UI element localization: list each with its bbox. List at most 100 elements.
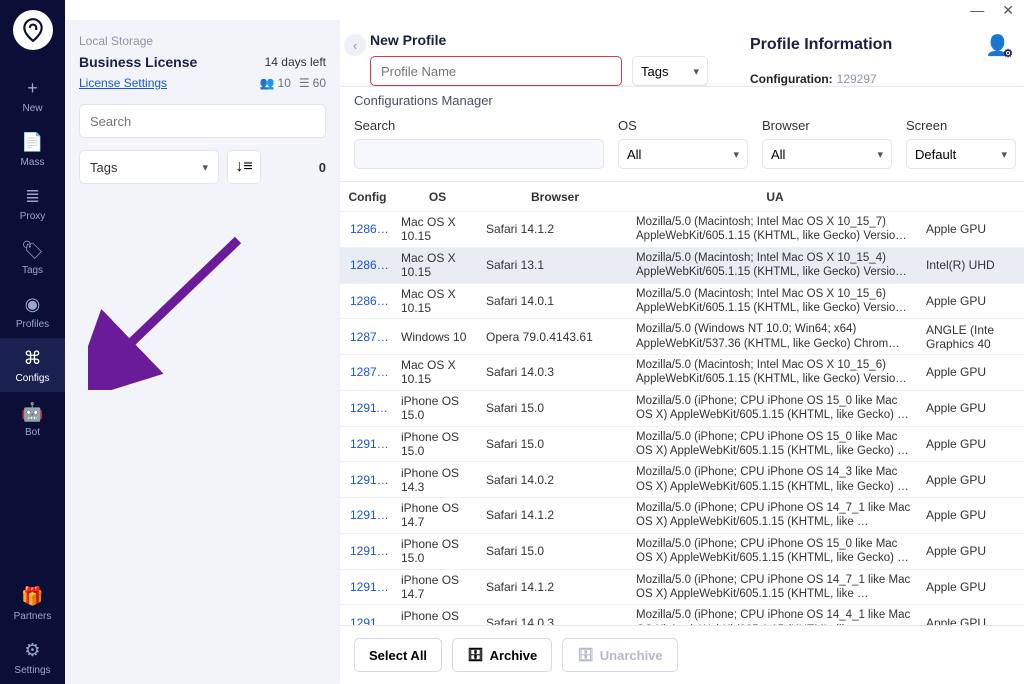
- cell-os: Windows 10: [395, 330, 480, 344]
- profile-name-input[interactable]: [370, 56, 622, 86]
- sidebar-item-mass[interactable]: 📄Mass: [0, 122, 65, 176]
- unarchive-button[interactable]: 🗄Unarchive: [562, 638, 677, 672]
- config-id[interactable]: 129136: [340, 508, 395, 522]
- bot-icon: 🤖: [21, 402, 43, 423]
- chevron-down-icon: ▾: [202, 161, 208, 174]
- filter-os-label: OS: [618, 118, 748, 133]
- sidebar-item-configs[interactable]: ⌘Configs: [0, 338, 65, 392]
- sidebar-item-label: Tags: [22, 265, 43, 276]
- table-row[interactable]: 1286…Mac OS X 10.15Safari 14.0.1Mozilla/…: [340, 284, 1024, 320]
- config-id[interactable]: 129138: [340, 544, 395, 558]
- sidebar-item-label: Configs: [16, 373, 50, 384]
- new-icon: +: [27, 78, 38, 99]
- left-panel: Local Storage Business License 14 days l…: [65, 20, 340, 684]
- unarchive-icon: 🗄: [577, 647, 594, 663]
- table-header: Config OS Browser UA: [340, 182, 1024, 212]
- cell-os: iPhone OS 14.4: [395, 609, 480, 625]
- back-button[interactable]: ‹: [344, 34, 366, 56]
- config-id[interactable]: 128665: [340, 222, 395, 236]
- sidebar-item-partners[interactable]: 🎁Partners: [0, 576, 65, 630]
- close-button[interactable]: ✕: [1002, 2, 1014, 19]
- proxy-icon: ≣: [25, 186, 40, 207]
- cell-browser: Safari 13.1: [480, 258, 630, 272]
- table-row[interactable]: 1287…Windows 10Opera 79.0.4143.61Mozilla…: [340, 319, 1024, 355]
- table-row[interactable]: 129125iPhone OS 15.0Safari 15.0Mozilla/5…: [340, 427, 1024, 463]
- sidebar-item-bot[interactable]: 🤖 Bot: [0, 392, 65, 446]
- sidebar: +New📄Mass≣Proxy 🏷 Tags ◉ Profiles ⌘Configs 🤖 Bo…: [0, 0, 65, 684]
- config-id[interactable]: 1291…: [340, 473, 395, 487]
- cell-ua: Mozilla/5.0 (Macintosh; Intel Mac OS X 1…: [630, 251, 920, 280]
- profile-tags-select[interactable]: Tags▾: [632, 56, 708, 86]
- cell-ua: Mozilla/5.0 (iPhone; CPU iPhone OS 14_4_…: [630, 608, 920, 625]
- cell-ua: Mozilla/5.0 (iPhone; CPU iPhone OS 14_3 …: [630, 465, 920, 494]
- config-id[interactable]: 1286…: [340, 258, 395, 272]
- cell-ua: Mozilla/5.0 (iPhone; CPU iPhone OS 14_7_…: [630, 573, 920, 602]
- settings-icon: ⚙: [24, 640, 40, 661]
- table-row[interactable]: 128749Mac OS X 10.15Safari 14.0.3Mozilla…: [340, 355, 1024, 391]
- sidebar-item-new[interactable]: +New: [0, 68, 65, 122]
- partners-icon: 🎁: [21, 586, 43, 607]
- cell-ua: Mozilla/5.0 (Macintosh; Intel Mac OS X 1…: [630, 215, 920, 244]
- new-profile-title: New Profile: [370, 32, 730, 48]
- col-ua: UA: [630, 190, 920, 204]
- filter-browser-select[interactable]: All▾: [762, 139, 892, 169]
- license-name: Business License: [79, 54, 197, 70]
- col-config: Config: [340, 190, 395, 204]
- sidebar-item-label: Mass: [21, 157, 45, 168]
- sidebar-item-proxy[interactable]: ≣Proxy: [0, 176, 65, 230]
- table-row[interactable]: 128665Mac OS X 10.15Safari 14.1.2Mozilla…: [340, 212, 1024, 248]
- table-row[interactable]: 129118iPhone OS 15.0Safari 15.0Mozilla/5…: [340, 391, 1024, 427]
- archive-button[interactable]: 🗄Archive: [452, 638, 552, 672]
- cell-gpu: Apple GPU: [920, 294, 1020, 308]
- config-id[interactable]: 129197: [340, 616, 395, 625]
- license-days: 14 days left: [265, 55, 326, 69]
- filter-search-input[interactable]: [354, 139, 604, 169]
- cell-gpu: Apple GPU: [920, 473, 1020, 487]
- cell-gpu: Apple GPU: [920, 437, 1020, 451]
- filter-screen-select[interactable]: Default▾: [906, 139, 1016, 169]
- cell-os: Mac OS X 10.15: [395, 215, 480, 243]
- filter-os-select[interactable]: All▾: [618, 139, 748, 169]
- config-id[interactable]: 128749: [340, 365, 395, 379]
- sidebar-item-label: Bot: [25, 427, 40, 438]
- config-table: Config OS Browser UA 128665Mac OS X 10.1…: [340, 181, 1024, 625]
- sidebar-item-profiles[interactable]: ◉ Profiles: [0, 284, 65, 338]
- cell-gpu: Apple GPU: [920, 580, 1020, 594]
- minimize-button[interactable]: —: [970, 2, 984, 18]
- sidebar-item-label: Profiles: [16, 319, 49, 330]
- tags-filter[interactable]: Tags▾: [79, 150, 219, 184]
- cell-browser: Safari 14.1.2: [480, 508, 630, 522]
- cell-browser: Safari 14.1.2: [480, 580, 630, 594]
- sort-button[interactable]: ↓≡: [227, 150, 261, 184]
- cell-ua: Mozilla/5.0 (Macintosh; Intel Mac OS X 1…: [630, 287, 920, 316]
- sidebar-item-settings[interactable]: ⚙Settings: [0, 630, 65, 684]
- tags-icon: 🏷: [21, 240, 44, 261]
- license-settings-link[interactable]: License Settings: [79, 76, 167, 90]
- cell-browser: Opera 79.0.4143.61: [480, 330, 630, 344]
- cell-gpu: Apple GPU: [920, 616, 1020, 625]
- table-row[interactable]: 129180iPhone OS 14.7Safari 14.1.2Mozilla…: [340, 570, 1024, 606]
- sidebar-item-tags[interactable]: 🏷 Tags: [0, 230, 65, 284]
- cell-os: iPhone OS 14.7: [395, 573, 480, 601]
- cell-ua: Mozilla/5.0 (iPhone; CPU iPhone OS 15_0 …: [630, 430, 920, 459]
- cell-browser: Safari 14.0.3: [480, 365, 630, 379]
- cell-os: Mac OS X 10.15: [395, 287, 480, 315]
- config-id[interactable]: 129125: [340, 437, 395, 451]
- cell-gpu: Apple GPU: [920, 401, 1020, 415]
- profiles-icon: ◉: [25, 294, 41, 315]
- table-row[interactable]: 129138iPhone OS 15.0Safari 15.0Mozilla/5…: [340, 534, 1024, 570]
- users-count: 👥10: [260, 76, 291, 90]
- config-id[interactable]: 129180: [340, 580, 395, 594]
- profile-search-input[interactable]: [79, 104, 326, 138]
- config-id[interactable]: 129118: [340, 401, 395, 415]
- table-row[interactable]: 129197iPhone OS 14.4Safari 14.0.3Mozilla…: [340, 605, 1024, 625]
- table-row[interactable]: 1291…iPhone OS 14.3Safari 14.0.2Mozilla/…: [340, 462, 1024, 498]
- config-id[interactable]: 1287…: [340, 330, 395, 344]
- config-id[interactable]: 1286…: [340, 294, 395, 308]
- select-all-button[interactable]: Select All: [354, 638, 442, 672]
- filter-browser-label: Browser: [762, 118, 892, 133]
- table-row[interactable]: 1286…Mac OS X 10.15Safari 13.1Mozilla/5.…: [340, 248, 1024, 284]
- user-settings-icon[interactable]: 👤: [985, 33, 1010, 58]
- cell-ua: Mozilla/5.0 (Windows NT 10.0; Win64; x64…: [630, 322, 920, 351]
- table-row[interactable]: 129136iPhone OS 14.7Safari 14.1.2Mozilla…: [340, 498, 1024, 534]
